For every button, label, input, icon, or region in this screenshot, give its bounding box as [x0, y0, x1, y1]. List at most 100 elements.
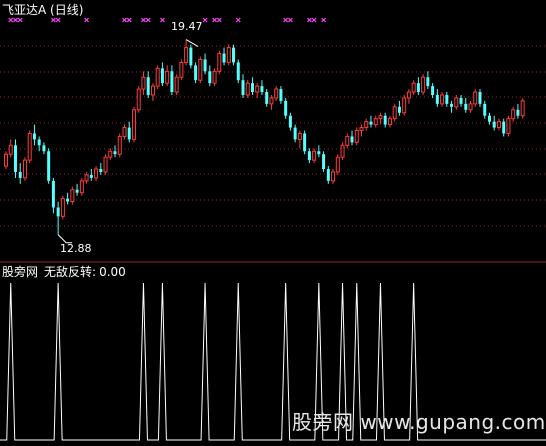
candle-body	[293, 127, 297, 140]
candle-body	[345, 135, 350, 146]
candle-body	[179, 61, 184, 78]
candle-body	[473, 91, 478, 105]
signal-markers	[8, 17, 327, 23]
candle-body	[435, 94, 439, 104]
candle-body	[56, 207, 60, 217]
marker-x	[287, 17, 293, 23]
marker-x	[126, 17, 132, 23]
marker-x	[50, 17, 56, 23]
indicator-panel-title: 股旁网 无敌反转: 0.00	[2, 263, 132, 280]
candle-body	[392, 106, 397, 120]
candle-body	[150, 85, 155, 96]
candle-body	[217, 53, 222, 72]
marker-x	[122, 17, 127, 23]
candle-body	[369, 121, 373, 125]
candle-body	[354, 130, 359, 143]
candle-body	[51, 180, 55, 208]
candle-body	[511, 109, 516, 120]
candle-body	[174, 76, 179, 93]
candle-body	[155, 67, 160, 87]
marker-x	[202, 17, 208, 23]
candle-body	[378, 115, 383, 120]
marker-x	[283, 17, 289, 23]
price-chart	[0, 17, 546, 441]
candle-body	[117, 135, 122, 155]
grid-lines	[0, 45, 546, 227]
candle-body	[402, 97, 407, 114]
candle-body	[245, 82, 250, 96]
marker-x	[145, 17, 151, 23]
candle-body	[303, 133, 307, 152]
candle-body	[99, 169, 103, 172]
candle-body	[350, 136, 354, 143]
candle-body	[312, 150, 317, 161]
marker-x	[13, 17, 18, 23]
high-price-label: 19.47	[171, 20, 203, 33]
candle-body	[397, 106, 401, 113]
candle-body	[184, 47, 189, 63]
candle-body	[60, 198, 65, 217]
candle-body	[212, 70, 217, 84]
marker-x	[311, 17, 317, 23]
candle-body	[416, 83, 420, 93]
candle-body	[146, 77, 150, 95]
marker-x	[55, 17, 61, 23]
marker-x	[216, 17, 222, 23]
candle-body	[297, 132, 302, 140]
candle-body	[198, 58, 203, 81]
candle-body	[265, 92, 269, 104]
candle-body	[468, 103, 473, 111]
candle-body	[42, 145, 46, 152]
candle-body	[241, 80, 245, 95]
candle-body	[226, 47, 231, 63]
candle-body	[307, 151, 311, 161]
candle-body	[464, 103, 468, 110]
candle-body	[516, 109, 520, 116]
candle-body	[194, 65, 198, 81]
candle-body	[47, 151, 51, 181]
candle-body	[387, 118, 392, 126]
candlestick-series	[4, 39, 525, 235]
candle-body	[27, 132, 32, 161]
candle-body	[421, 76, 426, 93]
candle-body	[4, 153, 8, 167]
candle-body	[94, 168, 99, 179]
candle-body	[136, 88, 141, 111]
price-annotations	[57, 39, 199, 244]
candle-body	[18, 171, 22, 178]
candle-body	[32, 133, 36, 140]
candle-body	[122, 127, 127, 137]
candle-body	[450, 103, 454, 107]
candle-body	[89, 174, 93, 178]
candle-body	[127, 127, 131, 140]
marker-x	[141, 17, 146, 23]
candle-body	[520, 100, 525, 117]
candle-body	[331, 171, 336, 182]
candle-body	[340, 144, 345, 158]
candle-body	[131, 109, 136, 140]
candle-body	[113, 151, 117, 155]
candle-body	[160, 68, 164, 84]
candle-body	[222, 53, 226, 63]
candle-body	[103, 156, 108, 173]
marker-x	[8, 17, 14, 23]
candle-body	[203, 59, 207, 72]
candle-body	[141, 76, 146, 90]
candle-body	[22, 159, 27, 179]
candle-body	[70, 189, 75, 203]
marker-x	[321, 17, 327, 23]
marker-x	[235, 17, 241, 23]
candle-body	[411, 82, 416, 93]
candle-body	[84, 174, 89, 182]
candle-body	[383, 115, 387, 125]
candle-body	[364, 121, 369, 129]
marker-x	[159, 17, 165, 23]
candle-body	[13, 145, 17, 172]
candle-body	[406, 91, 411, 99]
candle-body	[459, 97, 463, 104]
candle-body	[208, 71, 212, 84]
candle-body	[79, 180, 84, 194]
candle-body	[317, 151, 321, 155]
marker-x	[84, 17, 90, 23]
candle-body	[288, 115, 292, 128]
